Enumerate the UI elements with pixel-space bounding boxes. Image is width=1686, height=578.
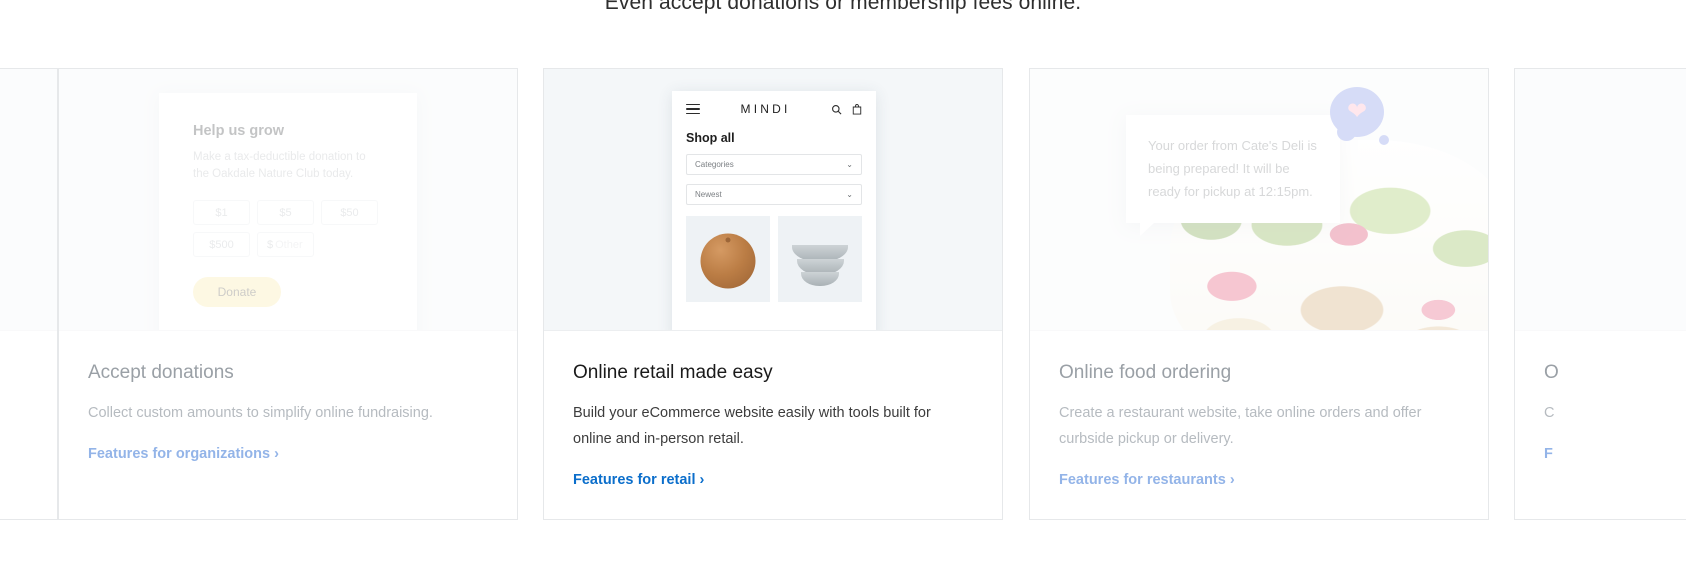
amount-option-1[interactable]: $1 [193, 200, 250, 225]
product-grid[interactable] [672, 205, 876, 302]
categories-select-label: Categories [695, 160, 734, 169]
card-body-partial: O C F [1515, 331, 1686, 463]
card-media [1515, 69, 1686, 331]
feature-card-retail[interactable]: MINDI Shop all Categories ⌄ Newest ⌄ Onl… [543, 68, 1003, 520]
card-body-food: Online food ordering Create a restaurant… [1030, 331, 1488, 489]
page-root: Even accept donations or membership fees… [0, 0, 1686, 578]
feature-card-donations[interactable]: Help us grow Make a tax-deductible donat… [58, 68, 518, 520]
card-description: Collect custom amounts to simplify onlin… [88, 405, 433, 421]
card-description: Build your eCommerce website easily with… [573, 405, 931, 447]
order-status-message: Your order from Cate's Deli is being pre… [1126, 115, 1340, 236]
card-link-organizations[interactable]: Features for organizations › [88, 446, 279, 462]
amount-option-50[interactable]: $50 [321, 200, 378, 225]
card-link-retail[interactable]: Features for retail › [573, 472, 704, 488]
card-body-donations: Accept donations Collect custom amounts … [59, 331, 517, 463]
card-description: C [1544, 405, 1555, 421]
donate-button[interactable]: Donate [193, 277, 281, 307]
feature-card-carousel[interactable]: Help us grow Make a tax-deductible donat… [0, 68, 1686, 520]
store-brand-name: MINDI [740, 102, 791, 116]
storefront-actions[interactable] [831, 103, 862, 115]
hamburger-menu-icon[interactable] [686, 101, 700, 118]
card-title: O [1544, 362, 1559, 383]
feature-card-partial-left[interactable] [0, 68, 58, 520]
card-media-retail: MINDI Shop all Categories ⌄ Newest ⌄ [544, 69, 1002, 331]
amount-other-placeholder: Other [275, 238, 303, 251]
card-media-donations: Help us grow Make a tax-deductible donat… [59, 69, 517, 331]
card-title: Online retail made easy [573, 362, 773, 383]
stacked-bowls-product-image [792, 245, 848, 286]
categories-select[interactable]: Categories ⌄ [686, 154, 862, 175]
card-title: Online food ordering [1059, 362, 1232, 383]
feature-card-food-ordering[interactable]: ❤ Your order from Cate's Deli is being p… [1029, 68, 1489, 520]
amount-option-other[interactable]: $ Other [257, 232, 314, 257]
card-media [0, 69, 57, 331]
wooden-ball-product-image [700, 233, 756, 289]
card-link-restaurants[interactable]: Features for restaurants › [1059, 472, 1235, 488]
shop-all-heading: Shop all [686, 131, 735, 145]
chevron-down-icon: ⌄ [846, 190, 853, 199]
donation-amount-options[interactable]: $1 $5 $50 $500 $ Other [193, 200, 379, 257]
mindi-storefront-mock: MINDI Shop all Categories ⌄ Newest ⌄ [672, 91, 876, 330]
bubble-dot-small [1379, 135, 1389, 145]
card-title: Accept donations [88, 362, 234, 383]
card-link-partial[interactable]: F [1544, 446, 1553, 462]
card-media-food: ❤ Your order from Cate's Deli is being p… [1030, 69, 1488, 331]
chevron-down-icon: ⌄ [846, 160, 853, 169]
donation-widget-mock: Help us grow Make a tax-deductible donat… [159, 93, 417, 330]
currency-symbol: $ [267, 238, 274, 251]
card-body-retail: Online retail made easy Build your eComm… [544, 331, 1002, 489]
card-description: Create a restaurant website, take online… [1059, 405, 1422, 447]
search-icon[interactable] [831, 104, 842, 115]
donation-mock-title: Help us grow [193, 123, 285, 139]
amount-option-5[interactable]: $5 [257, 200, 314, 225]
heart-icon: ❤ [1346, 98, 1368, 125]
sort-select[interactable]: Newest ⌄ [686, 184, 862, 205]
product-tile-stacked-bowls[interactable] [778, 216, 862, 302]
sort-select-label: Newest [695, 190, 722, 199]
heart-thought-bubble: ❤ [1330, 87, 1389, 145]
feature-card-partial-right[interactable]: O C F [1514, 68, 1686, 520]
donation-mock-subtitle: Make a tax-deductible donation to the Oa… [193, 151, 366, 180]
amount-option-500[interactable]: $500 [193, 232, 250, 257]
shopping-bag-icon[interactable] [852, 103, 862, 115]
bubble-dot-large [1337, 123, 1356, 141]
storefront-topbar: MINDI [672, 91, 876, 127]
product-tile-wooden-ball[interactable] [686, 216, 770, 302]
section-heading: Even accept donations or membership fees… [604, 0, 1082, 14]
